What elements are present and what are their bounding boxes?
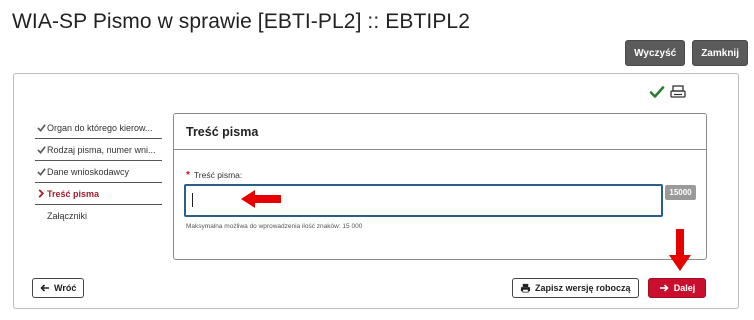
help-text: Maksymalna możliwa do wprowadzenia ilość…: [186, 223, 363, 230]
wizard-step-label: Załączniki: [47, 211, 88, 221]
wizard-step-tresc-pisma[interactable]: Treść pisma: [35, 183, 162, 205]
clear-button[interactable]: Wyczyść: [625, 40, 686, 66]
back-label: Wróć: [54, 283, 77, 293]
wizard-step-zalaczniki[interactable]: Załączniki: [35, 205, 162, 227]
char-counter-badge: 15000: [665, 185, 696, 200]
arrow-left-icon: [40, 284, 49, 292]
wizard-step-label: Dane wnioskodawcy: [47, 166, 130, 177]
form-card: Organ do którego kierow... Rodzaj pisma,…: [13, 73, 739, 309]
wizard-nav: Organ do którego kierow... Rodzaj pisma,…: [35, 117, 162, 227]
step-done-check-icon: [35, 145, 47, 154]
content-panel: Treść pisma * Treść pisma: 15000 Maksymal…: [173, 113, 707, 260]
text-caret: [192, 193, 193, 207]
check-icon: [649, 86, 665, 98]
top-actions: Wyczyść Zamknij: [625, 40, 748, 66]
next-label: Dalej: [673, 283, 696, 293]
field-label-text: Treść pisma:: [193, 170, 243, 180]
annotation-arrow-left-icon: [241, 190, 281, 208]
step-done-check-icon: [35, 167, 47, 176]
wizard-step-rodzaj-pisma[interactable]: Rodzaj pisma, numer wni...: [35, 139, 162, 161]
step-done-check-icon: [35, 123, 47, 132]
back-button[interactable]: Wróć: [32, 278, 85, 298]
save-draft-label: Zapisz wersję roboczą: [535, 283, 631, 293]
save-draft-button[interactable]: Zapisz wersję roboczą: [512, 278, 639, 298]
close-button[interactable]: Zamknij: [692, 40, 748, 66]
wizard-step-dane-wnioskodawcy[interactable]: Dane wnioskodawcy: [35, 161, 162, 183]
next-button[interactable]: Dalej: [648, 278, 706, 298]
wizard-step-label: Treść pisma: [47, 188, 100, 199]
print-icon[interactable]: [669, 84, 687, 100]
page-title: WIA-SP Pismo w sprawie [EBTI-PL2] :: EBT…: [12, 10, 470, 33]
chevron-right-icon: [35, 189, 47, 198]
wizard-step-organ[interactable]: Organ do którego kierow...: [35, 117, 162, 139]
annotation-arrow-down-icon: [669, 229, 691, 271]
print-icon: [520, 283, 531, 293]
field-label: * Treść pisma:: [186, 170, 242, 181]
arrow-right-icon: [659, 284, 669, 292]
required-marker: *: [186, 170, 190, 181]
wizard-step-label: Organ do którego kierow...: [47, 122, 153, 133]
wizard-step-label: Rodzaj pisma, numer wni...: [47, 144, 156, 155]
panel-title: Treść pisma: [174, 114, 706, 150]
